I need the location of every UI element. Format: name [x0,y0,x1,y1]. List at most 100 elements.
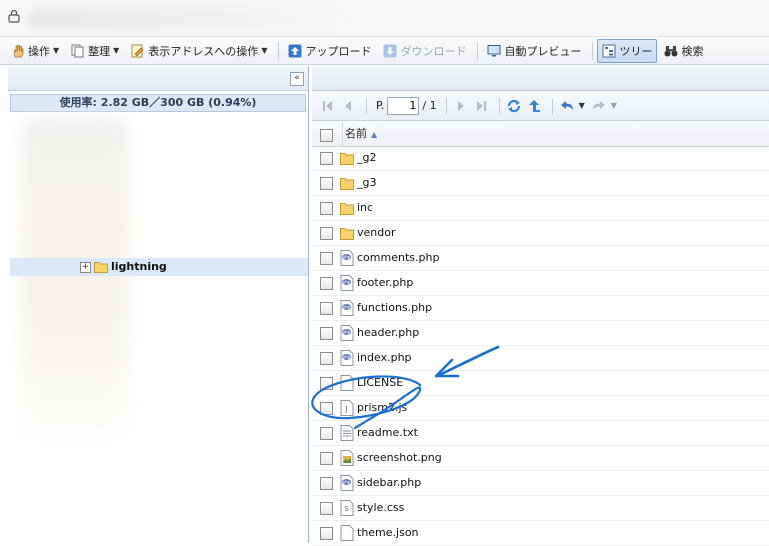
svg-text:php: php [343,355,351,360]
file-row[interactable]: php index.php [312,346,769,371]
row-checkbox[interactable] [320,402,333,415]
file-row[interactable]: php functions.php [312,296,769,321]
prev-page-icon[interactable] [340,98,356,114]
toolbar-separator [592,41,594,60]
auto-preview-button[interactable]: 自動プレビュー [482,39,586,63]
file-row[interactable]: php comments.php [312,246,769,271]
file-list: _g2 _g3inc vendor php comments.php php footer.… [312,146,769,546]
file-row[interactable]: Jprism2.js [312,396,769,421]
page-number-input[interactable] [387,96,420,115]
chevron-down-icon[interactable]: ▼ [611,101,617,110]
row-checkbox[interactable] [320,277,333,290]
file-name: style.css [357,501,405,514]
row-checkbox[interactable] [320,502,333,515]
chevron-down-icon: ▼ [53,46,60,55]
row-checkbox[interactable] [320,252,333,265]
row-checkbox[interactable] [320,352,333,365]
file-row[interactable]: php footer.php [312,271,769,296]
blurred-tree-items [20,116,130,446]
file-row[interactable]: Sstyle.css [312,496,769,521]
file-list-panel: P. / 1 ▼ ▼ 名前 ▲ _g2 _g3inc vendor php comment… [312,66,769,546]
file-row[interactable]: vendor [312,221,769,246]
file-grid-header: 名前 ▲ [312,122,769,147]
tree-item-label: lightning [111,260,167,273]
binoculars-icon [664,45,678,56]
folder-icon [340,225,354,241]
address-field-blurred[interactable] [28,8,348,28]
file-row[interactable]: _g2 [312,146,769,171]
row-checkbox[interactable] [320,202,333,215]
file-name: screenshot.png [357,451,442,464]
address-operation-menu-button[interactable]: 表示アドレスへの操作 ▼ [126,39,272,63]
organize-label: 整理 [88,44,111,58]
file-row[interactable]: php header.php [312,321,769,346]
pager-separator [445,97,447,114]
php-file-icon: php [340,475,354,491]
back-icon[interactable] [559,98,575,114]
svg-text:php: php [343,305,351,310]
svg-text:php: php [343,255,351,260]
row-checkbox[interactable] [320,177,333,190]
file-row[interactable]: screenshot.png [312,446,769,471]
file-row[interactable]: php sidebar.php [312,471,769,496]
parent-folder-icon[interactable] [526,98,542,114]
copy-pages-icon [71,44,84,57]
file-row[interactable]: _g3 [312,171,769,196]
row-checkbox[interactable] [320,377,333,390]
file-name: inc [357,201,374,214]
name-column-header[interactable]: 名前 ▲ [342,122,377,146]
folder-icon [340,200,354,216]
download-button[interactable]: ダウンロード [378,39,471,63]
blank-file-icon [340,375,354,391]
refresh-icon[interactable] [506,98,522,114]
tree-toggle-label: ツリー [619,44,653,58]
file-row[interactable]: LICENSE [312,371,769,396]
folder-icon [340,175,354,191]
organize-menu-button[interactable]: 整理 ▼ [66,39,124,63]
row-checkbox[interactable] [320,452,333,465]
row-checkbox[interactable] [320,227,333,240]
operation-menu-button[interactable]: 操作 ▼ [6,39,64,63]
forward-icon[interactable] [591,98,607,114]
row-checkbox[interactable] [320,477,333,490]
php-file-icon: php [340,325,354,341]
monitor-icon [487,44,501,56]
upload-button[interactable]: アップロード [283,39,376,63]
row-checkbox[interactable] [320,152,333,165]
search-button[interactable]: 検索 [659,39,708,63]
first-page-icon[interactable] [320,98,336,114]
file-name: sidebar.php [357,476,422,489]
file-name: readme.txt [357,426,418,439]
file-name: _g2 [357,151,377,164]
file-name: theme.json [357,526,419,539]
row-checkbox[interactable] [320,302,333,315]
svg-text:J: J [344,405,347,413]
row-checkbox[interactable] [320,527,333,540]
expand-icon[interactable]: + [80,262,91,273]
page-prefix: P. [376,99,385,112]
php-file-icon: php [340,300,354,316]
svg-text:php: php [343,280,351,285]
folder-icon [94,262,108,273]
last-page-icon[interactable] [473,98,489,114]
tree-toggle-button[interactable]: ツリー [597,38,658,63]
row-checkbox[interactable] [320,327,333,340]
select-all-checkbox[interactable] [320,129,333,142]
toolbar-separator [477,41,479,60]
file-row[interactable]: inc [312,196,769,221]
file-row[interactable]: theme.json [312,521,769,546]
row-checkbox[interactable] [320,427,333,440]
tree-view-icon [602,44,616,57]
chevron-down-icon[interactable]: ▼ [579,101,585,110]
tree-item-selected[interactable]: + lightning [10,258,308,276]
php-file-icon: php [340,275,354,291]
css-file-icon: S [340,500,354,516]
file-row[interactable]: readme.txt [312,421,769,446]
next-page-icon[interactable] [453,98,469,114]
upload-icon [288,44,302,57]
blank-file-icon [340,525,354,541]
text-file-icon [340,425,354,441]
auto-preview-label: 自動プレビュー [504,44,582,58]
pager-separator [551,97,553,114]
collapse-panel-button[interactable]: « [290,72,304,86]
